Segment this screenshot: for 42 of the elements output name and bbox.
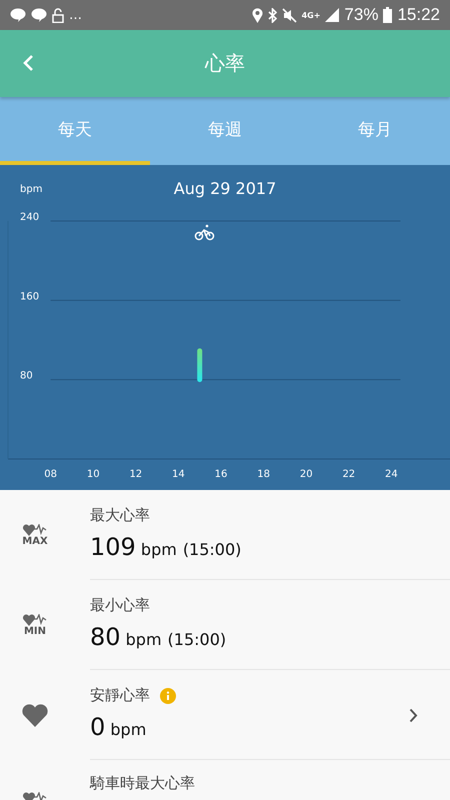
metric-label: 最大心率 xyxy=(90,506,150,525)
back-icon[interactable] xyxy=(22,54,34,72)
signal-icon xyxy=(325,8,340,22)
tick-label: 08 xyxy=(44,469,57,480)
bluetooth-icon xyxy=(268,8,277,22)
tick-label: 18 xyxy=(257,469,270,480)
tick-label: 240 xyxy=(20,212,40,223)
tick-label: 20 xyxy=(300,469,313,480)
screen-title: 心率 xyxy=(205,50,245,77)
chat-bubble-icon xyxy=(10,8,26,22)
tick-label: 12 xyxy=(129,469,142,480)
chart-date: Aug 29 2017 xyxy=(174,179,276,198)
more-notifications: … xyxy=(69,8,82,22)
metric-label: 安靜心率 xyxy=(90,686,150,705)
clock: 15:22 xyxy=(397,5,440,25)
period-tab[interactable]: 每週 xyxy=(150,97,300,165)
chat-bubble-icon xyxy=(31,8,47,22)
mute-icon xyxy=(282,8,297,22)
info-icon[interactable] xyxy=(160,688,176,704)
period-tab[interactable]: 每月 xyxy=(300,97,450,165)
heart-icon xyxy=(22,704,48,726)
location-icon xyxy=(252,8,263,22)
battery-icon xyxy=(383,7,392,23)
metric-value: 80 bpm (15:00) xyxy=(90,623,226,651)
metric-value: 109 bpm (15:00) xyxy=(90,533,242,561)
lock-icon xyxy=(52,8,64,22)
tick-label: 24 xyxy=(385,469,398,480)
tick-label: 160 xyxy=(20,291,40,302)
network-type: 4G+ xyxy=(302,10,320,20)
axis-unit: bpm xyxy=(20,184,42,195)
bicycle-icon xyxy=(194,224,214,240)
metric-label: 最小心率 xyxy=(90,596,150,615)
heart-rate-bar xyxy=(197,348,202,382)
tick-label: 16 xyxy=(214,469,228,480)
tick-label: 14 xyxy=(172,469,185,480)
tick-label: 80 xyxy=(20,370,33,382)
tick-label: 22 xyxy=(342,469,356,480)
metric-label: 騎車時最大心率 xyxy=(90,774,195,793)
battery-percent: 73% xyxy=(344,5,378,25)
tick-label: 10 xyxy=(86,469,100,480)
chevron-right-icon[interactable] xyxy=(409,708,418,723)
metric-value: 0 bpm xyxy=(90,713,146,741)
